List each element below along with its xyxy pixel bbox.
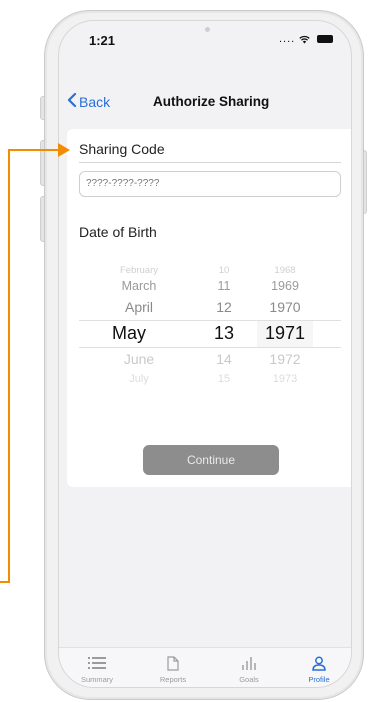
picker-day-option[interactable]: 10 [207,265,241,276]
annotation-line-bottom [0,581,10,583]
picker-month-option[interactable]: February [89,265,189,276]
page-title: Authorize Sharing [153,94,270,109]
wifi-icon [299,33,314,45]
phone-screen: 1:21 .... Back Authorize Sharing Sharing… [58,20,352,688]
battery-icon [317,35,334,44]
tab-goals[interactable]: Goals [219,656,279,684]
picker-year-option[interactable]: 1972 [257,351,313,367]
list-icon [67,656,127,672]
status-time: 1:21 [89,33,116,48]
picker-year-option[interactable]: 1973 [257,373,313,385]
picker-month-option[interactable]: April [89,299,189,315]
divider [79,162,341,163]
picker-day-option[interactable]: 15 [207,373,241,385]
picker-month-option[interactable]: March [89,279,189,293]
date-of-birth-label: Date of Birth [79,224,157,240]
picker-year-option[interactable]: 1970 [257,299,313,315]
picker-year-option[interactable]: 1968 [257,265,313,276]
camera-icon [205,27,210,32]
picker-day-option[interactable]: 14 [207,351,241,367]
picker-year-selected[interactable]: 1971 [257,323,313,344]
sharing-code-input[interactable] [79,171,341,197]
annotation-line-vertical [8,149,10,583]
date-picker[interactable]: February 10 1968 March 11 1969 April 12 … [59,261,351,391]
annotation-arrow-icon [58,143,70,157]
chevron-left-icon [67,92,77,110]
tab-summary[interactable]: Summary [67,656,127,684]
status-icons: .... [279,33,334,45]
picker-month-selected[interactable]: May [89,323,169,344]
tab-reports[interactable]: Reports [143,656,203,684]
picker-day-selected[interactable]: 13 [207,323,241,344]
back-label: Back [79,93,111,110]
picker-month-option[interactable]: July [89,373,189,385]
picker-year-option[interactable]: 1969 [257,279,313,293]
tab-profile[interactable]: Profile [289,656,349,684]
picker-month-option[interactable]: June [89,351,189,367]
tab-label: Summary [80,675,114,684]
tab-label: Reports [159,675,187,684]
document-icon [143,656,203,672]
signal-icon: .... [279,33,296,45]
continue-button[interactable]: Continue [143,445,279,475]
person-icon [289,656,349,672]
picker-selection-bottom [79,347,341,348]
picker-day-option[interactable]: 12 [207,299,241,315]
tab-label: Goals [239,675,259,684]
picker-day-option[interactable]: 11 [207,279,241,293]
sharing-code-label: Sharing Code [79,141,165,157]
back-button[interactable]: Back [67,92,111,110]
tab-label: Profile [308,675,330,684]
annotation-line-top [8,149,60,151]
bar-chart-icon [219,656,279,672]
